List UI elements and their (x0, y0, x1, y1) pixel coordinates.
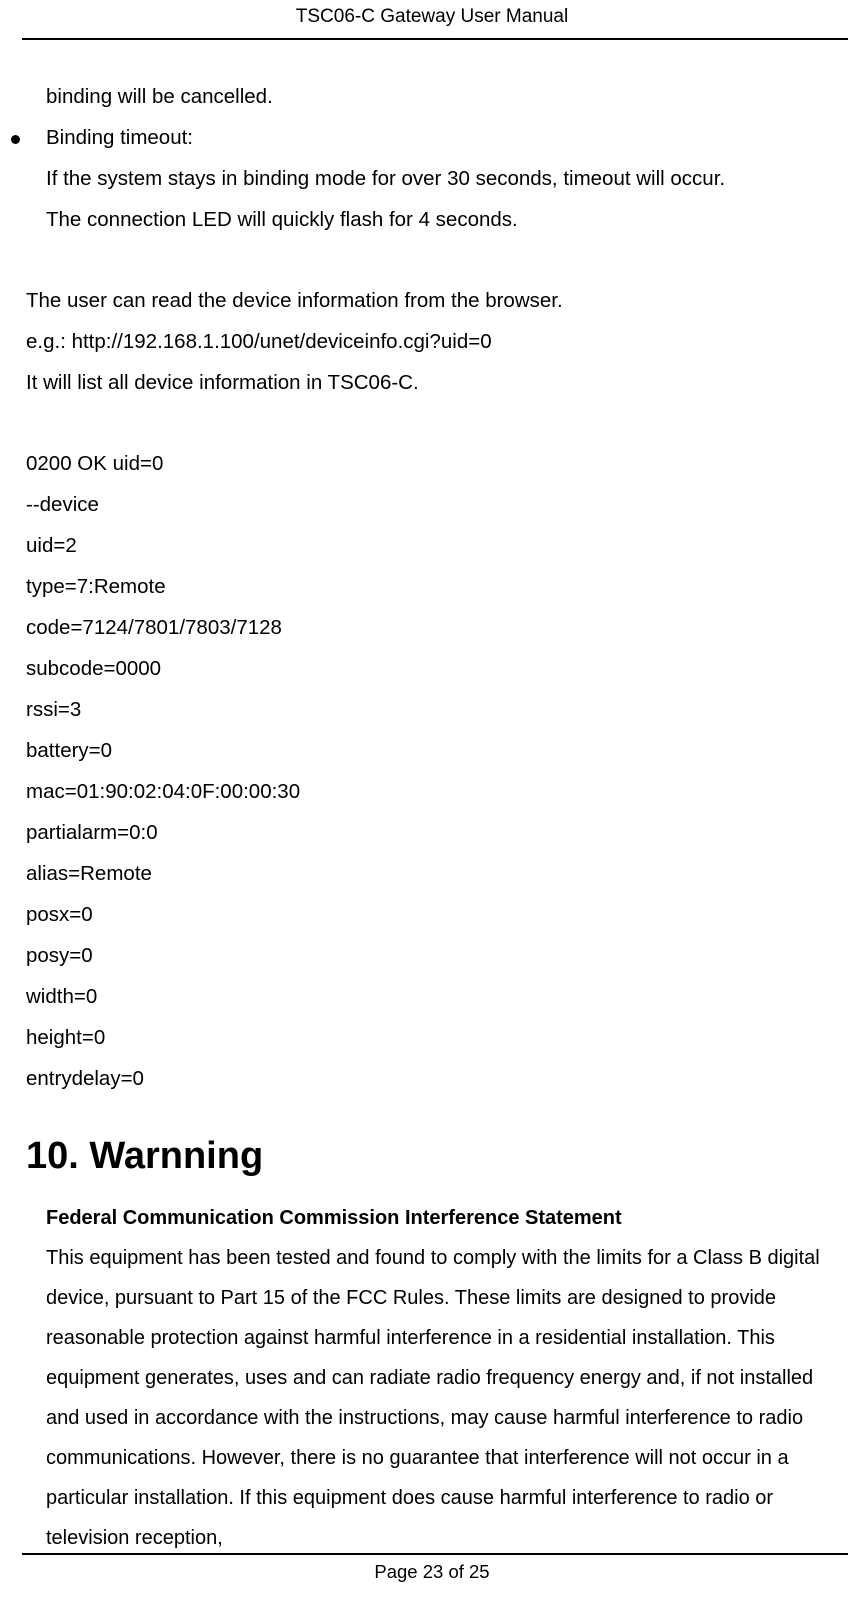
device-line: code=7124/7801/7803/7128 (26, 607, 844, 648)
page-footer-wrap: Page 23 of 25 (0, 1553, 864, 1583)
bullet-label: Binding timeout: (46, 117, 193, 158)
device-line: rssi=3 (26, 689, 844, 730)
device-line: uid=2 (26, 525, 844, 566)
device-line: posx=0 (26, 894, 844, 935)
bullet-item: Binding timeout: (26, 117, 844, 158)
device-line: --device (26, 484, 844, 525)
device-line: battery=0 (26, 730, 844, 771)
bullet-description-2: The connection LED will quickly flash fo… (46, 199, 844, 240)
device-line: partialarm=0:0 (26, 812, 844, 853)
device-line: entrydelay=0 (26, 1058, 844, 1099)
device-line: posy=0 (26, 935, 844, 976)
warning-title: Federal Communication Commission Interfe… (46, 1198, 838, 1238)
section-heading: 10. Warnning (26, 1135, 844, 1178)
page-footer: Page 23 of 25 (0, 1555, 864, 1583)
warning-block: Federal Communication Commission Interfe… (46, 1198, 838, 1558)
browser-info-block: The user can read the device information… (26, 280, 844, 403)
page-content: binding will be cancelled. Binding timeo… (0, 40, 864, 1558)
device-line: subcode=0000 (26, 648, 844, 689)
device-line: alias=Remote (26, 853, 844, 894)
browser-info-line2: e.g.: http://192.168.1.100/unet/devicein… (26, 321, 844, 362)
device-output-block: 0200 OK uid=0 --device uid=2 type=7:Remo… (26, 443, 844, 1099)
device-line: type=7:Remote (26, 566, 844, 607)
bullet-description-1: If the system stays in binding mode for … (46, 158, 844, 199)
device-line: height=0 (26, 1017, 844, 1058)
bullet-icon (11, 135, 20, 144)
page-header-title: TSC06-C Gateway User Manual (0, 0, 864, 38)
warning-body: This equipment has been tested and found… (46, 1238, 838, 1558)
device-line: width=0 (26, 976, 844, 1017)
device-line: mac=01:90:02:04:0F:00:00:30 (26, 771, 844, 812)
browser-info-line3: It will list all device information in T… (26, 362, 844, 403)
continued-text: binding will be cancelled. (46, 40, 844, 117)
browser-info-line1: The user can read the device information… (26, 280, 844, 321)
device-line: 0200 OK uid=0 (26, 443, 844, 484)
